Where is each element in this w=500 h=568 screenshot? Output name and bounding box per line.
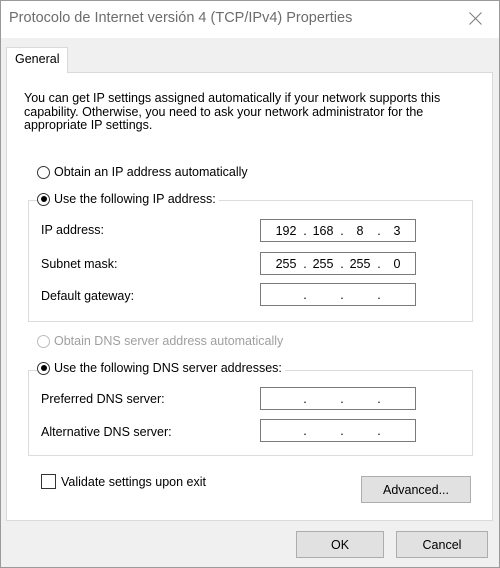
ip-separator: . xyxy=(340,424,344,438)
use-following-dns-option[interactable]: Use the following DNS server addresses: xyxy=(37,361,285,375)
validate-settings-option[interactable]: Validate settings upon exit xyxy=(41,474,206,489)
obtain-dns-auto-radio xyxy=(37,334,50,348)
ip-octet: 255 xyxy=(349,257,371,271)
validate-settings-label: Validate settings upon exit xyxy=(61,474,207,489)
subnet-mask-input[interactable]: 255 . 255 . 255 . 0 xyxy=(260,252,416,275)
general-tab-panel: You can get IP settings assigned automat… xyxy=(6,72,493,521)
use-following-ip-option[interactable]: Use the following IP address: xyxy=(37,192,219,206)
ip-separator: . xyxy=(377,288,381,302)
ip-separator: . xyxy=(340,392,344,406)
tab-general[interactable]: General xyxy=(6,47,68,73)
ok-button[interactable]: OK xyxy=(296,531,384,558)
ip-address-label: IP address: xyxy=(41,223,105,237)
use-following-dns-radio[interactable] xyxy=(37,361,50,375)
ip-octet: 3 xyxy=(393,224,401,238)
alternative-dns-label: Alternative DNS server: xyxy=(41,425,172,439)
ip-octet: 8 xyxy=(356,224,364,238)
obtain-ip-auto-radio[interactable] xyxy=(37,165,50,179)
close-icon xyxy=(469,12,482,25)
obtain-ip-auto-label: Obtain an IP address automatically xyxy=(54,165,248,179)
intro-text: You can get IP settings assigned automat… xyxy=(24,91,441,132)
advanced-button[interactable]: Advanced... xyxy=(361,476,471,503)
validate-settings-checkbox[interactable] xyxy=(41,474,56,489)
dns-groupbox xyxy=(28,370,473,456)
subnet-mask-label: Subnet mask: xyxy=(41,257,118,271)
ip-separator: . xyxy=(340,288,344,302)
ip-octet: 255 xyxy=(312,257,334,271)
ip-address-input[interactable]: 192 . 168 . 8 . 3 xyxy=(260,219,416,242)
preferred-dns-input[interactable]: . . . xyxy=(260,387,416,410)
ip-separator: . xyxy=(377,392,381,406)
title-bar: Protocolo de Internet versión 4 (TCP/IPv… xyxy=(1,1,499,38)
default-gateway-input[interactable]: . . . xyxy=(260,283,416,306)
use-following-dns-label: Use the following DNS server addresses: xyxy=(54,361,282,375)
tcpip-properties-dialog: Protocolo de Internet versión 4 (TCP/IPv… xyxy=(0,0,500,568)
ip-octet: 168 xyxy=(312,224,334,238)
ip-octet: 255 xyxy=(275,257,297,271)
use-following-ip-radio[interactable] xyxy=(37,192,50,206)
use-following-ip-label: Use the following IP address: xyxy=(54,192,216,206)
default-gateway-label: Default gateway: xyxy=(41,289,135,303)
ip-separator: . xyxy=(377,424,381,438)
alternative-dns-input[interactable]: . . . xyxy=(260,419,416,442)
ip-separator: . xyxy=(303,288,307,302)
preferred-dns-label: Preferred DNS server: xyxy=(41,392,165,406)
window-title: Protocolo de Internet versión 4 (TCP/IPv… xyxy=(9,10,353,26)
ip-octet: 0 xyxy=(393,257,401,271)
cancel-button[interactable]: Cancel xyxy=(396,531,488,558)
ip-octet: 192 xyxy=(275,224,297,238)
ip-separator: . xyxy=(303,424,307,438)
ip-separator: . xyxy=(303,392,307,406)
obtain-dns-auto-option: Obtain DNS server address automatically xyxy=(37,334,287,348)
obtain-dns-auto-label: Obtain DNS server address automatically xyxy=(54,334,284,348)
obtain-ip-auto-option[interactable]: Obtain an IP address automatically xyxy=(37,165,251,179)
close-button[interactable] xyxy=(453,1,499,38)
